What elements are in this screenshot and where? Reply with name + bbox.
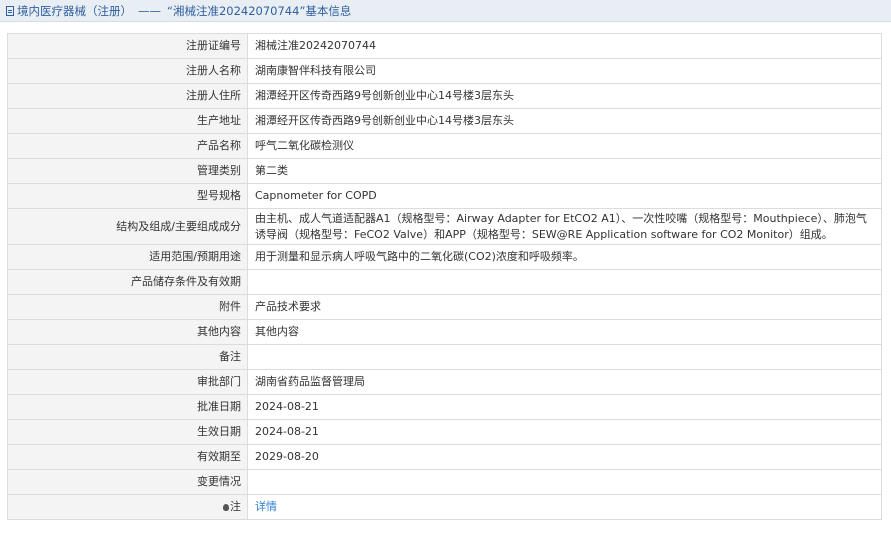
row-value: 2024-08-21	[247, 394, 882, 420]
row-value: Capnometer for COPD	[247, 183, 882, 209]
row-value: 其他内容	[247, 319, 882, 345]
table-row: 管理类别 第二类	[7, 158, 882, 184]
row-value: 第二类	[247, 158, 882, 184]
table-row: 型号规格 Capnometer for COPD	[7, 183, 882, 209]
table-row: 生效日期 2024-08-21	[7, 419, 882, 445]
row-label: 注册证编号	[7, 33, 248, 59]
note-label: 注	[230, 500, 241, 513]
row-label: 其他内容	[7, 319, 248, 345]
row-label: 产品储存条件及有效期	[7, 269, 248, 295]
table-row: 适用范围/预期用途 用于测量和显示病人呼吸气路中的二氧化碳(CO2)浓度和呼吸频…	[7, 244, 882, 270]
info-table: 注册证编号 湘械注准20242070744 注册人名称 湖南康智伴科技有限公司 …	[7, 33, 882, 520]
note-value-cell: 详情	[247, 494, 882, 520]
row-value: 湘械注准20242070744	[247, 33, 882, 59]
header-category: 境内医疗器械（注册）	[17, 3, 132, 18]
row-label: 生产地址	[7, 108, 248, 134]
row-label: 备注	[7, 344, 248, 370]
table-row: 注册人住所 湘潭经开区传奇西路9号创新创业中心14号楼3层东头	[7, 83, 882, 109]
row-value: 由主机、成人气道适配器A1（规格型号：Airway Adapter for Et…	[247, 208, 882, 245]
row-label: 注册人住所	[7, 83, 248, 109]
table-row: 注册证编号 湘械注准20242070744	[7, 33, 882, 59]
table-row: 附件 产品技术要求	[7, 294, 882, 320]
row-label: 注册人名称	[7, 58, 248, 84]
row-value: 2029-08-20	[247, 444, 882, 470]
row-value: 产品技术要求	[247, 294, 882, 320]
table-row: 审批部门 湖南省药品监督管理局	[7, 369, 882, 395]
row-value: 2024-08-21	[247, 419, 882, 445]
document-icon	[6, 5, 14, 16]
lightbulb-icon	[223, 504, 229, 511]
note-label-cell: 注	[7, 494, 248, 520]
table-row: 变更情况	[7, 469, 882, 495]
row-label: 审批部门	[7, 369, 248, 395]
row-value	[247, 469, 882, 495]
table-row: 产品名称 呼气二氧化碳检测仪	[7, 133, 882, 159]
table-row: 批准日期 2024-08-21	[7, 394, 882, 420]
row-value: 呼气二氧化碳检测仪	[247, 133, 882, 159]
row-label: 附件	[7, 294, 248, 320]
header-separator: ——	[138, 3, 161, 18]
table-row: 产品储存条件及有效期	[7, 269, 882, 295]
row-label: 产品名称	[7, 133, 248, 159]
row-label: 结构及组成/主要组成成分	[7, 208, 248, 245]
row-value: 湘潭经开区传奇西路9号创新创业中心14号楼3层东头	[247, 83, 882, 109]
page-header: 境内医疗器械（注册） —— “湘械注准20242070744”基本信息	[0, 0, 891, 22]
table-row: 生产地址 湘潭经开区传奇西路9号创新创业中心14号楼3层东头	[7, 108, 882, 134]
row-label: 管理类别	[7, 158, 248, 184]
row-value	[247, 269, 882, 295]
table-row: 备注	[7, 344, 882, 370]
row-value: 用于测量和显示病人呼吸气路中的二氧化碳(CO2)浓度和呼吸频率。	[247, 244, 882, 270]
table-row: 注册人名称 湖南康智伴科技有限公司	[7, 58, 882, 84]
row-label: 型号规格	[7, 183, 248, 209]
row-label: 变更情况	[7, 469, 248, 495]
row-label: 适用范围/预期用途	[7, 244, 248, 270]
row-value: 湖南省药品监督管理局	[247, 369, 882, 395]
table-row: 注 详情	[7, 494, 882, 520]
table-row: 有效期至 2029-08-20	[7, 444, 882, 470]
details-link[interactable]: 详情	[255, 500, 277, 513]
info-table-container: 注册证编号 湘械注准20242070744 注册人名称 湖南康智伴科技有限公司 …	[7, 33, 882, 520]
row-value: 湖南康智伴科技有限公司	[247, 58, 882, 84]
row-value: 湘潭经开区传奇西路9号创新创业中心14号楼3层东头	[247, 108, 882, 134]
table-row: 其他内容 其他内容	[7, 319, 882, 345]
row-value	[247, 344, 882, 370]
row-label: 生效日期	[7, 419, 248, 445]
row-label: 有效期至	[7, 444, 248, 470]
table-row: 结构及组成/主要组成成分 由主机、成人气道适配器A1（规格型号：Airway A…	[7, 208, 882, 245]
header-title: “湘械注准20242070744”基本信息	[167, 3, 352, 18]
row-label: 批准日期	[7, 394, 248, 420]
